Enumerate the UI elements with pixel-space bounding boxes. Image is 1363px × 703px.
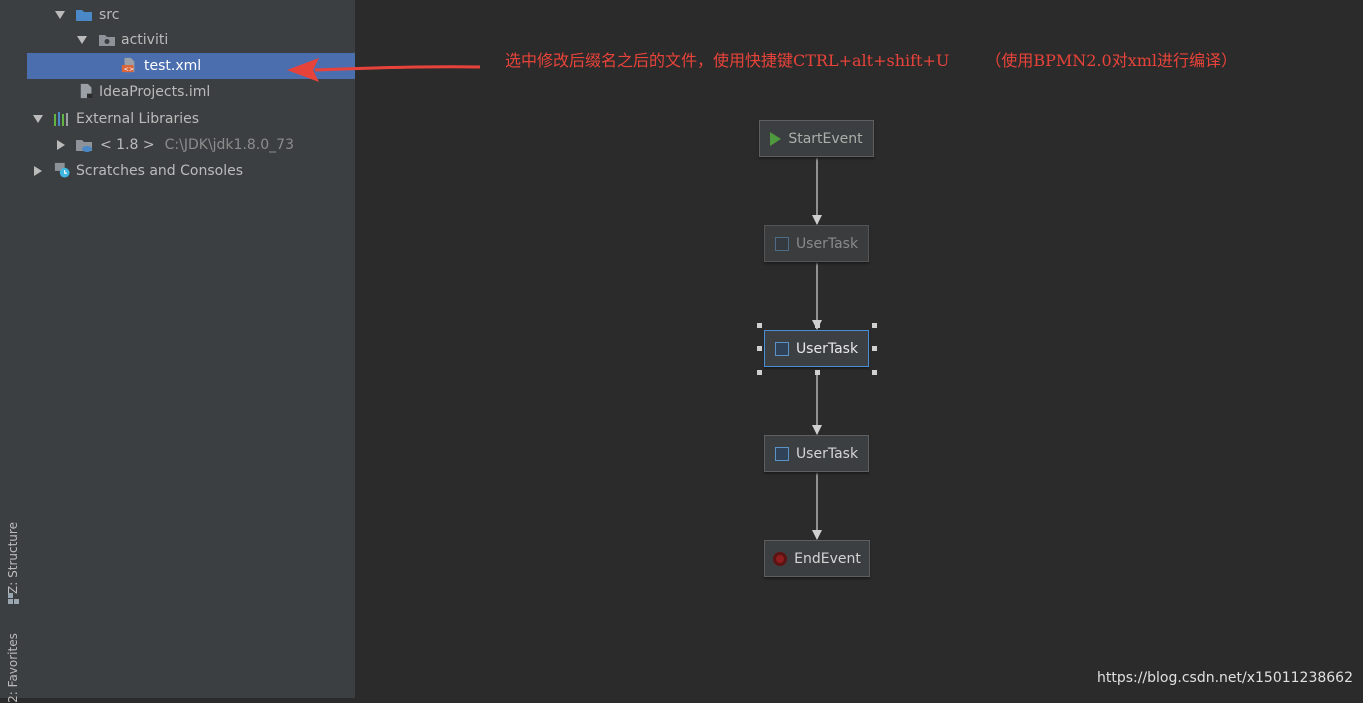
bpmn-connectors <box>812 157 822 540</box>
user-task-node-3[interactable]: UserTask <box>764 435 869 472</box>
task-icon <box>774 236 789 251</box>
task-icon <box>774 446 789 461</box>
resize-handle[interactable] <box>815 323 820 328</box>
resize-handle[interactable] <box>757 370 762 375</box>
end-event-node[interactable]: EndEvent <box>764 540 870 577</box>
task-icon <box>774 341 789 356</box>
play-icon <box>770 131 782 146</box>
node-label: UserTask <box>795 235 859 252</box>
end-event-icon <box>773 551 788 566</box>
watermark: https://blog.csdn.net/x15011238662 <box>1096 670 1353 686</box>
node-label: EndEvent <box>794 550 861 567</box>
resize-handle[interactable] <box>872 346 877 351</box>
node-label: StartEvent <box>788 130 863 147</box>
node-label: UserTask <box>795 340 859 357</box>
start-event-node[interactable]: StartEvent <box>759 120 874 157</box>
resize-handle[interactable] <box>757 323 762 328</box>
resize-handle[interactable] <box>815 370 820 375</box>
resize-handle[interactable] <box>872 370 877 375</box>
node-label: UserTask <box>795 445 859 462</box>
resize-handle[interactable] <box>757 346 762 351</box>
resize-handle[interactable] <box>872 323 877 328</box>
user-task-node-1[interactable]: UserTask <box>764 225 869 262</box>
user-task-node-2[interactable]: UserTask <box>764 330 869 367</box>
